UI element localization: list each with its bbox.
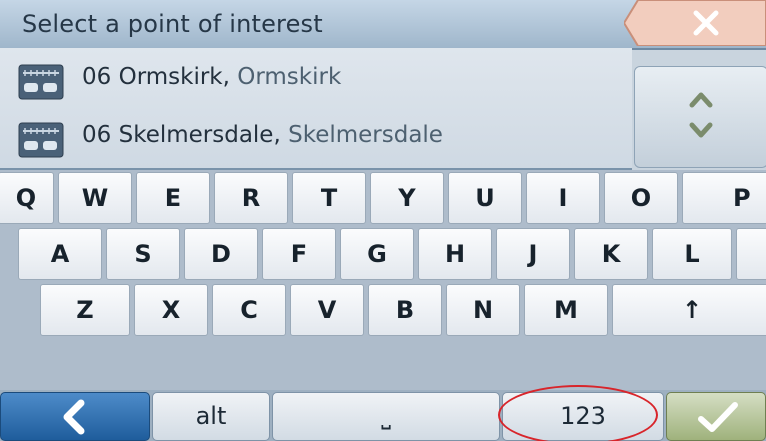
station-icon bbox=[18, 64, 64, 100]
key-k[interactable]: K bbox=[574, 228, 648, 280]
key-l[interactable]: L bbox=[652, 228, 732, 280]
done-button[interactable] bbox=[666, 392, 766, 441]
highlight-circle bbox=[498, 385, 658, 441]
key-j[interactable]: J bbox=[496, 228, 570, 280]
key-r[interactable]: R bbox=[214, 172, 288, 224]
scroll-button[interactable] bbox=[634, 66, 766, 168]
key-x[interactable]: X bbox=[134, 284, 208, 336]
key-blank[interactable] bbox=[736, 228, 766, 280]
station-icon bbox=[18, 122, 64, 158]
page-title: Select a point of interest bbox=[22, 10, 323, 38]
poi-name: Skelmersdale, bbox=[118, 122, 281, 148]
poi-name: Ormskirk, bbox=[118, 64, 230, 90]
key-g[interactable]: G bbox=[340, 228, 414, 280]
results-list: 06 Ormskirk, Ormskirk 06 Skelmersdale, S… bbox=[0, 48, 632, 170]
poi-town: Ormskirk bbox=[237, 64, 342, 90]
chevron-left-icon bbox=[63, 399, 85, 435]
checkmark-icon bbox=[698, 402, 738, 432]
poi-number: 06 bbox=[82, 64, 112, 90]
navigation-screen: Select a point of interest 06 Ormskirk, … bbox=[0, 0, 766, 441]
key-t[interactable]: T bbox=[292, 172, 366, 224]
key-u[interactable]: U bbox=[448, 172, 522, 224]
key-w[interactable]: W bbox=[58, 172, 132, 224]
list-item-label: 06 Ormskirk, Ormskirk bbox=[82, 64, 341, 90]
list-item[interactable]: 06 Skelmersdale, Skelmersdale bbox=[0, 112, 632, 170]
scroll-up-down-icon bbox=[689, 92, 713, 138]
key-h[interactable]: H bbox=[418, 228, 492, 280]
key-o[interactable]: O bbox=[604, 172, 678, 224]
list-item[interactable]: 06 Ormskirk, Ormskirk bbox=[0, 54, 632, 112]
header-bar: Select a point of interest bbox=[0, 0, 766, 50]
poi-number: 06 bbox=[82, 122, 112, 148]
key-m[interactable]: M bbox=[524, 284, 608, 336]
key-v[interactable]: V bbox=[290, 284, 364, 336]
key-a[interactable]: A bbox=[18, 228, 102, 280]
close-icon bbox=[624, 0, 766, 46]
key-p[interactable]: P bbox=[682, 172, 766, 224]
key-e[interactable]: E bbox=[136, 172, 210, 224]
key-b[interactable]: B bbox=[368, 284, 442, 336]
close-button[interactable] bbox=[624, 0, 766, 46]
alt-button[interactable]: alt bbox=[152, 392, 270, 441]
key-y[interactable]: Y bbox=[370, 172, 444, 224]
poi-town: Skelmersdale bbox=[288, 122, 443, 148]
back-button[interactable] bbox=[0, 392, 150, 441]
key-n[interactable]: N bbox=[446, 284, 520, 336]
list-item-label: 06 Skelmersdale, Skelmersdale bbox=[82, 122, 443, 148]
key-i[interactable]: I bbox=[526, 172, 600, 224]
keyboard: Q W E R T Y U I O P A S D F G H J K L Z … bbox=[0, 170, 766, 390]
shift-key[interactable]: ↑ bbox=[612, 284, 766, 336]
key-s[interactable]: S bbox=[106, 228, 180, 280]
key-q[interactable]: Q bbox=[0, 172, 54, 224]
key-f[interactable]: F bbox=[262, 228, 336, 280]
space-bar[interactable]: ⎵ bbox=[272, 392, 500, 441]
key-c[interactable]: C bbox=[212, 284, 286, 336]
key-d[interactable]: D bbox=[184, 228, 258, 280]
key-z[interactable]: Z bbox=[40, 284, 130, 336]
